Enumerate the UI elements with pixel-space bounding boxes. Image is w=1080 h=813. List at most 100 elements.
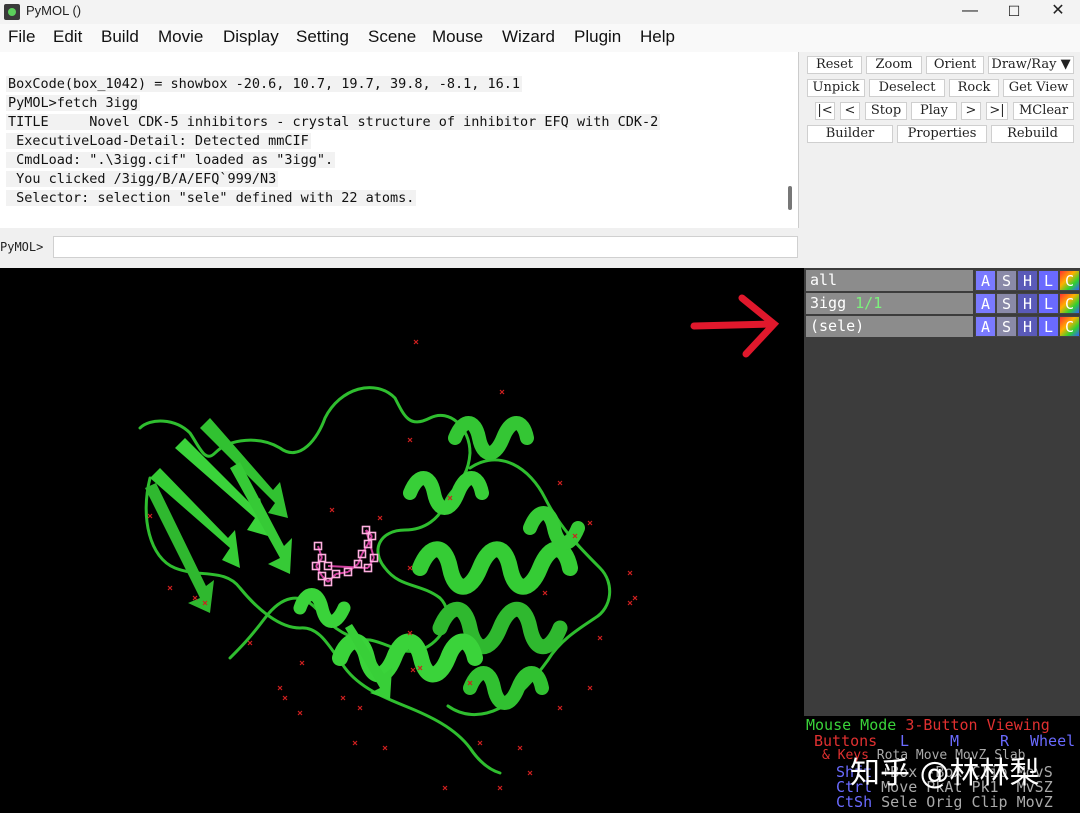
water-marker: [407, 437, 413, 443]
unpick-button[interactable]: Unpick: [807, 79, 865, 97]
object-name-3igg[interactable]: 3igg 1/1: [806, 293, 973, 314]
console-output[interactable]: BoxCode(box_1042) = showbox -20.6, 10.7,…: [0, 52, 799, 228]
pymol-app-icon: [4, 4, 20, 20]
menu-movie[interactable]: Movie: [158, 27, 203, 47]
protein-helix: [293, 588, 351, 628]
color-button[interactable]: C: [1059, 316, 1080, 337]
water-marker: [299, 660, 305, 666]
water-marker: [527, 770, 533, 776]
hide-button[interactable]: H: [1017, 270, 1038, 291]
zoom-button[interactable]: Zoom: [866, 56, 922, 74]
object-row-all[interactable]: all A S H L C: [806, 270, 1080, 291]
menu-help[interactable]: Help: [640, 27, 675, 47]
ctrl-shift-line: CtSh Sele Orig Clip MovZ: [836, 793, 1053, 811]
reset-button[interactable]: Reset: [807, 56, 862, 74]
show-button[interactable]: S: [996, 293, 1017, 314]
selected-ligand: [311, 525, 379, 587]
console-line: CmdLoad: ".\3igg.cif" loaded as "3igg".: [6, 152, 336, 168]
show-button[interactable]: S: [996, 270, 1017, 291]
stop-button[interactable]: Stop: [865, 102, 907, 120]
menu-edit[interactable]: Edit: [53, 27, 82, 47]
next-frame-button[interactable]: >: [961, 102, 981, 120]
water-marker: [597, 635, 603, 641]
water-marker: [407, 565, 413, 571]
water-marker: [632, 595, 638, 601]
show-button[interactable]: S: [996, 316, 1017, 337]
minimize-button[interactable]: —: [948, 0, 992, 24]
color-button[interactable]: C: [1059, 270, 1080, 291]
label-button[interactable]: L: [1038, 270, 1059, 291]
maximize-button[interactable]: ☐: [992, 0, 1036, 24]
command-input[interactable]: [53, 236, 798, 258]
console-line: BoxCode(box_1042) = showbox -20.6, 10.7,…: [6, 76, 523, 92]
menu-display[interactable]: Display: [223, 27, 279, 47]
water-marker: [477, 740, 483, 746]
command-prompt-label: PyMOL>: [0, 240, 44, 254]
object-row-3igg[interactable]: 3igg 1/1 A S H L C: [806, 293, 1080, 314]
water-marker: [382, 745, 388, 751]
red-annotation-arrow: [690, 294, 780, 358]
rebuild-button[interactable]: Rebuild: [991, 125, 1074, 143]
object-row-sele[interactable]: (sele) A S H L C: [806, 316, 1080, 337]
menu-scene[interactable]: Scene: [368, 27, 416, 47]
protein-cartoon-render[interactable]: [0, 268, 804, 813]
water-marker: [542, 590, 548, 596]
water-marker: [413, 339, 419, 345]
label-button[interactable]: L: [1038, 293, 1059, 314]
mclear-button[interactable]: MClear: [1013, 102, 1074, 120]
action-button[interactable]: A: [975, 293, 996, 314]
control-button-panel: Reset Zoom Orient Draw/Ray ▼ Unpick Dese…: [800, 52, 1080, 268]
action-button[interactable]: A: [975, 316, 996, 337]
water-marker: [192, 595, 198, 601]
deselect-button[interactable]: Deselect: [869, 79, 945, 97]
orient-button[interactable]: Orient: [926, 56, 984, 74]
water-marker: [277, 685, 283, 691]
protein-helix: [412, 541, 578, 595]
menu-build[interactable]: Build: [101, 27, 139, 47]
hide-button[interactable]: H: [1017, 316, 1038, 337]
object-name-sele[interactable]: (sele): [806, 316, 973, 337]
console-line: You clicked /3igg/B/A/EFQ`999/N3: [6, 171, 279, 187]
water-marker: [557, 480, 563, 486]
first-frame-button[interactable]: |<: [815, 102, 835, 120]
water-marker: [557, 705, 563, 711]
water-marker: [587, 520, 593, 526]
protein-helix: [448, 416, 534, 460]
menu-file[interactable]: File: [8, 27, 35, 47]
get-view-button[interactable]: Get View: [1003, 79, 1074, 97]
protein-helix: [523, 506, 585, 550]
object-name-all[interactable]: all: [806, 270, 973, 291]
label-button[interactable]: L: [1038, 316, 1059, 337]
water-marker: [297, 710, 303, 716]
molecular-viewport[interactable]: [0, 268, 804, 813]
color-button[interactable]: C: [1059, 293, 1080, 314]
builder-button[interactable]: Builder: [807, 125, 893, 143]
menu-plugin[interactable]: Plugin: [574, 27, 621, 47]
draw-ray-button[interactable]: Draw/Ray ▼: [988, 56, 1074, 74]
protein-ribbons: [138, 386, 612, 775]
ligand-bond: [335, 571, 349, 575]
console-line: ExecutiveLoad-Detail: Detected mmCIF: [6, 133, 311, 149]
water-marker: [147, 513, 153, 519]
play-button[interactable]: Play: [911, 102, 957, 120]
prev-frame-button[interactable]: <: [840, 102, 860, 120]
menu-setting[interactable]: Setting: [296, 27, 349, 47]
water-marker: [587, 685, 593, 691]
console-line: TITLE Novel CDK-5 inhibitors - crystal s…: [6, 114, 661, 130]
rock-button[interactable]: Rock: [949, 79, 999, 97]
protein-coil: [138, 386, 472, 660]
hide-button[interactable]: H: [1017, 293, 1038, 314]
console-scrollbar[interactable]: [788, 186, 792, 210]
watermark-text: 知乎 @林林梨: [850, 756, 1040, 791]
close-button[interactable]: ✕: [1036, 0, 1080, 24]
water-marker: [282, 695, 288, 701]
protein-helix: [463, 666, 549, 710]
action-button[interactable]: A: [975, 270, 996, 291]
menu-wizard[interactable]: Wizard: [502, 27, 555, 47]
properties-button[interactable]: Properties: [897, 125, 987, 143]
water-marker: [357, 705, 363, 711]
water-marker: [410, 667, 416, 673]
menu-mouse[interactable]: Mouse: [432, 27, 483, 47]
water-marker: [517, 745, 523, 751]
last-frame-button[interactable]: >|: [986, 102, 1008, 120]
